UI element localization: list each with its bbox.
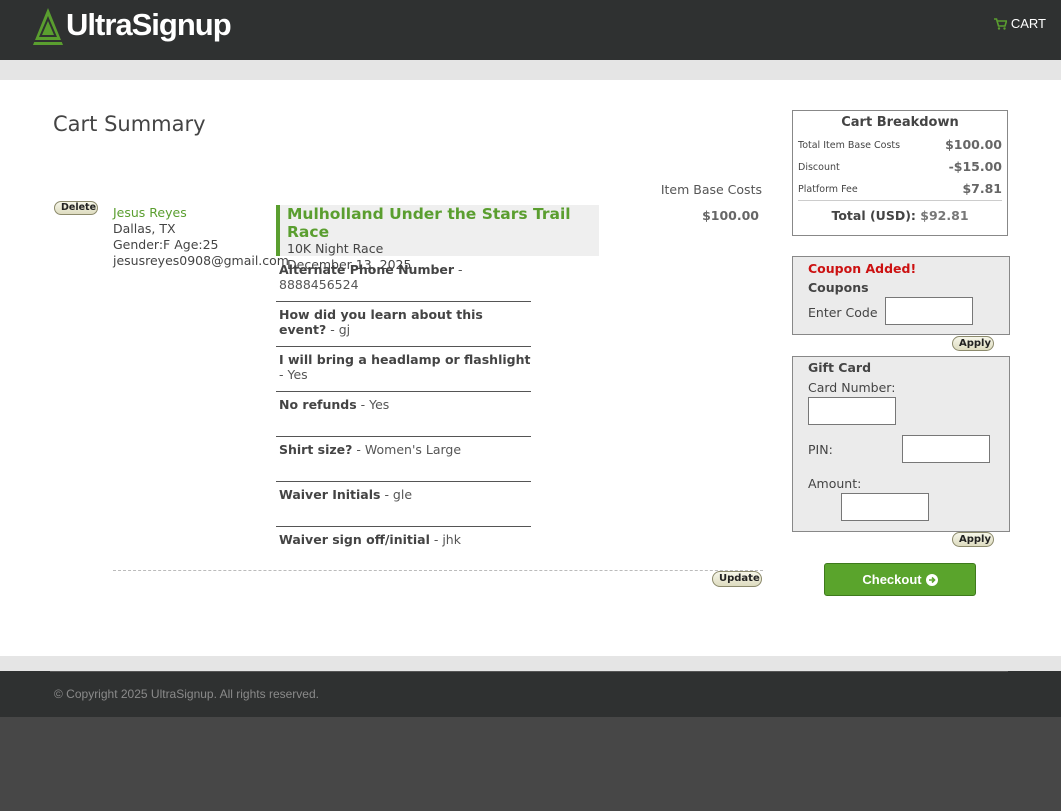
ultrasignup-logo-icon[interactable] <box>30 7 66 47</box>
page-title: Cart Summary <box>53 112 206 136</box>
question-label: Waiver sign off/initial <box>279 532 430 547</box>
answer-value: - Women's Large <box>352 442 462 457</box>
card-number-input[interactable] <box>808 397 896 425</box>
amount-label: Amount: <box>808 476 862 491</box>
top-header: UltraSignup CART <box>0 0 1061 60</box>
answer-value: - Yes <box>279 367 308 382</box>
question-answer: I will bring a headlamp or flashlight - … <box>279 352 531 382</box>
checkout-button[interactable]: Checkout <box>824 563 976 596</box>
cart-label: CART <box>1010 16 1046 31</box>
question-answer: Shirt size? - Women's Large <box>279 442 531 457</box>
item-base-costs-header: Item Base Costs <box>660 182 762 197</box>
question-answer: Waiver sign off/initial - jhk <box>279 532 531 547</box>
question-label: Shirt size? <box>279 442 353 457</box>
breakdown-label: Discount <box>798 162 840 173</box>
participant-info: Jesus Reyes Dallas, TX Gender:F Age:25 j… <box>113 205 289 269</box>
gift-card-panel: Gift Card Card Number: PIN: Amount: <box>792 356 1010 532</box>
divider <box>276 301 531 302</box>
divider <box>276 481 531 482</box>
item-price: $100.00 <box>702 208 759 223</box>
question-label: Alternate Phone Number <box>279 262 455 277</box>
question-answer: How did you learn about this event? - gj <box>279 307 531 337</box>
footer: © Copyright 2025 UltraSignup. All rights… <box>0 671 1061 717</box>
footer-strip <box>0 656 1061 671</box>
question-answer: No refunds - Yes <box>279 397 531 412</box>
participant-location: Dallas, TX <box>113 221 176 236</box>
race-distance: 10K Night Race <box>287 241 384 256</box>
cart-breakdown-panel: Cart Breakdown Total Item Base Costs $10… <box>792 110 1008 236</box>
update-button[interactable]: Update <box>712 571 762 587</box>
coupon-code-input[interactable] <box>885 297 973 325</box>
breakdown-label: Platform Fee <box>798 184 858 195</box>
delete-button[interactable]: Delete <box>54 201 98 215</box>
item-divider <box>113 570 763 571</box>
cart-link[interactable]: CART <box>993 16 1046 31</box>
gift-card-title: Gift Card <box>808 360 872 375</box>
breakdown-label: Total Item Base Costs <box>798 140 901 151</box>
coupon-code-label: Enter Code <box>808 305 878 320</box>
divider <box>276 346 531 347</box>
breakdown-row: Discount -$15.00 <box>798 157 1002 177</box>
pin-input[interactable] <box>902 435 990 463</box>
answer-value: - gj <box>326 322 351 337</box>
header-strip <box>0 60 1061 80</box>
question-label: Waiver Initials <box>279 487 381 502</box>
breakdown-row: Platform Fee $7.81 <box>798 179 1002 199</box>
apply-gift-card-button[interactable]: Apply <box>952 532 994 547</box>
answer-value: - Yes <box>356 397 390 412</box>
race-title[interactable]: Mulholland Under the Stars Trail Race <box>287 205 599 241</box>
breakdown-title: Cart Breakdown <box>841 115 959 130</box>
footer-divider <box>50 671 1008 672</box>
breakdown-divider <box>798 200 1002 201</box>
breakdown-value: $7.81 <box>962 181 1002 196</box>
amount-input[interactable] <box>841 493 929 521</box>
coupon-title: Coupons <box>808 280 869 295</box>
copyright-text: © Copyright 2025 UltraSignup. All rights… <box>54 687 319 701</box>
participant-name[interactable]: Jesus Reyes <box>113 205 289 221</box>
apply-coupon-button[interactable]: Apply <box>952 336 994 351</box>
cart-icon <box>993 17 1007 30</box>
answer-value: - jhk <box>429 532 461 547</box>
brand-name[interactable]: UltraSignup <box>66 7 232 43</box>
answer-value: - gle <box>380 487 413 502</box>
total-label: Total (USD): <box>831 208 916 223</box>
arrow-circle-right-icon <box>925 573 938 586</box>
question-label: How did you learn about this event? <box>279 307 483 337</box>
card-number-label: Card Number: <box>808 380 896 395</box>
race-info: Mulholland Under the Stars Trail Race 10… <box>276 205 599 272</box>
coupon-panel: Coupon Added! Coupons Enter Code <box>792 256 1010 335</box>
question-label: I will bring a headlamp or flashlight <box>279 352 531 367</box>
question-label: No refunds <box>279 397 357 412</box>
coupon-status: Coupon Added! <box>808 261 917 276</box>
breakdown-total: Total (USD): $92.81 <box>793 208 1007 223</box>
breakdown-row: Total Item Base Costs $100.00 <box>798 135 1002 155</box>
total-value: $92.81 <box>920 208 969 223</box>
participant-email: jesusreyes0908@gmail.com <box>113 253 289 268</box>
divider <box>276 436 531 437</box>
breakdown-value: $100.00 <box>945 137 1002 152</box>
breakdown-value: -$15.00 <box>948 159 1002 174</box>
pin-label: PIN: <box>808 442 833 457</box>
divider <box>276 526 531 527</box>
cart-content: Cart Summary Item Base Costs Delete Jesu… <box>0 80 1061 656</box>
checkout-label: Checkout <box>862 572 922 587</box>
divider <box>276 391 531 392</box>
question-answer: Waiver Initials - gle <box>279 487 531 502</box>
question-answer: Alternate Phone Number - 8888456524 <box>279 262 531 292</box>
participant-gender-age: Gender:F Age:25 <box>113 237 219 252</box>
